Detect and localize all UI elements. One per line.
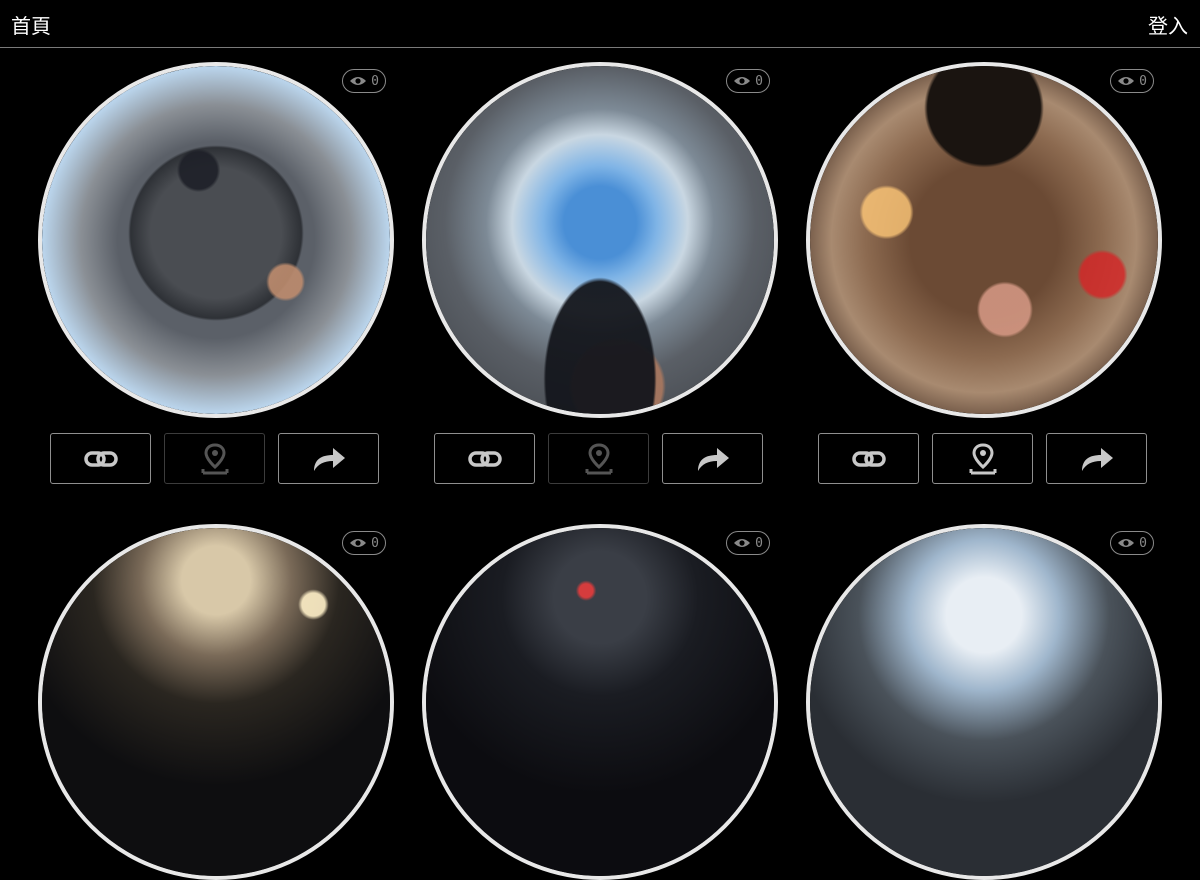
- view-count: 0: [1139, 535, 1147, 551]
- eye-icon: [350, 539, 367, 547]
- view-count-badge: 0: [342, 531, 386, 555]
- location-button[interactable]: [548, 433, 649, 484]
- view-count: 0: [755, 73, 763, 89]
- share-button[interactable]: [662, 433, 763, 484]
- view-count-badge: 0: [726, 531, 770, 555]
- view-count: 0: [371, 73, 379, 89]
- share-arrow-icon: [697, 447, 729, 471]
- login-link[interactable]: 登入: [1148, 10, 1188, 39]
- share-button[interactable]: [278, 433, 379, 484]
- view-count-badge: 0: [1110, 531, 1154, 555]
- panorama-thumbnail[interactable]: [422, 62, 778, 418]
- copy-link-button[interactable]: [50, 433, 151, 484]
- eye-icon: [350, 77, 367, 85]
- view-count-badge: 0: [1110, 69, 1154, 93]
- panorama-thumbnail[interactable]: [422, 524, 778, 880]
- view-count-badge: 0: [726, 69, 770, 93]
- location-pin-icon: [585, 442, 612, 474]
- view-count: 0: [371, 535, 379, 551]
- link-icon: [467, 450, 502, 467]
- eye-icon: [734, 77, 751, 85]
- panorama-thumbnail[interactable]: [38, 524, 394, 880]
- view-count: 0: [1139, 73, 1147, 89]
- home-link[interactable]: 首頁: [11, 10, 51, 39]
- location-pin-icon: [969, 442, 996, 474]
- panorama-thumbnail[interactable]: [806, 62, 1162, 418]
- copy-link-button[interactable]: [818, 433, 919, 484]
- copy-link-button[interactable]: [434, 433, 535, 484]
- view-count: 0: [755, 535, 763, 551]
- location-pin-icon: [201, 442, 228, 474]
- link-icon: [83, 450, 118, 467]
- eye-icon: [1118, 539, 1135, 547]
- share-arrow-icon: [1081, 447, 1113, 471]
- panorama-thumbnail[interactable]: [38, 62, 394, 418]
- view-count-badge: 0: [342, 69, 386, 93]
- eye-icon: [734, 539, 751, 547]
- location-button[interactable]: [932, 433, 1033, 484]
- link-icon: [851, 450, 886, 467]
- eye-icon: [1118, 77, 1135, 85]
- panorama-thumbnail[interactable]: [806, 524, 1162, 880]
- top-navigation-bar: 首頁 登入: [0, 0, 1200, 48]
- location-button[interactable]: [164, 433, 265, 484]
- share-button[interactable]: [1046, 433, 1147, 484]
- share-arrow-icon: [313, 447, 345, 471]
